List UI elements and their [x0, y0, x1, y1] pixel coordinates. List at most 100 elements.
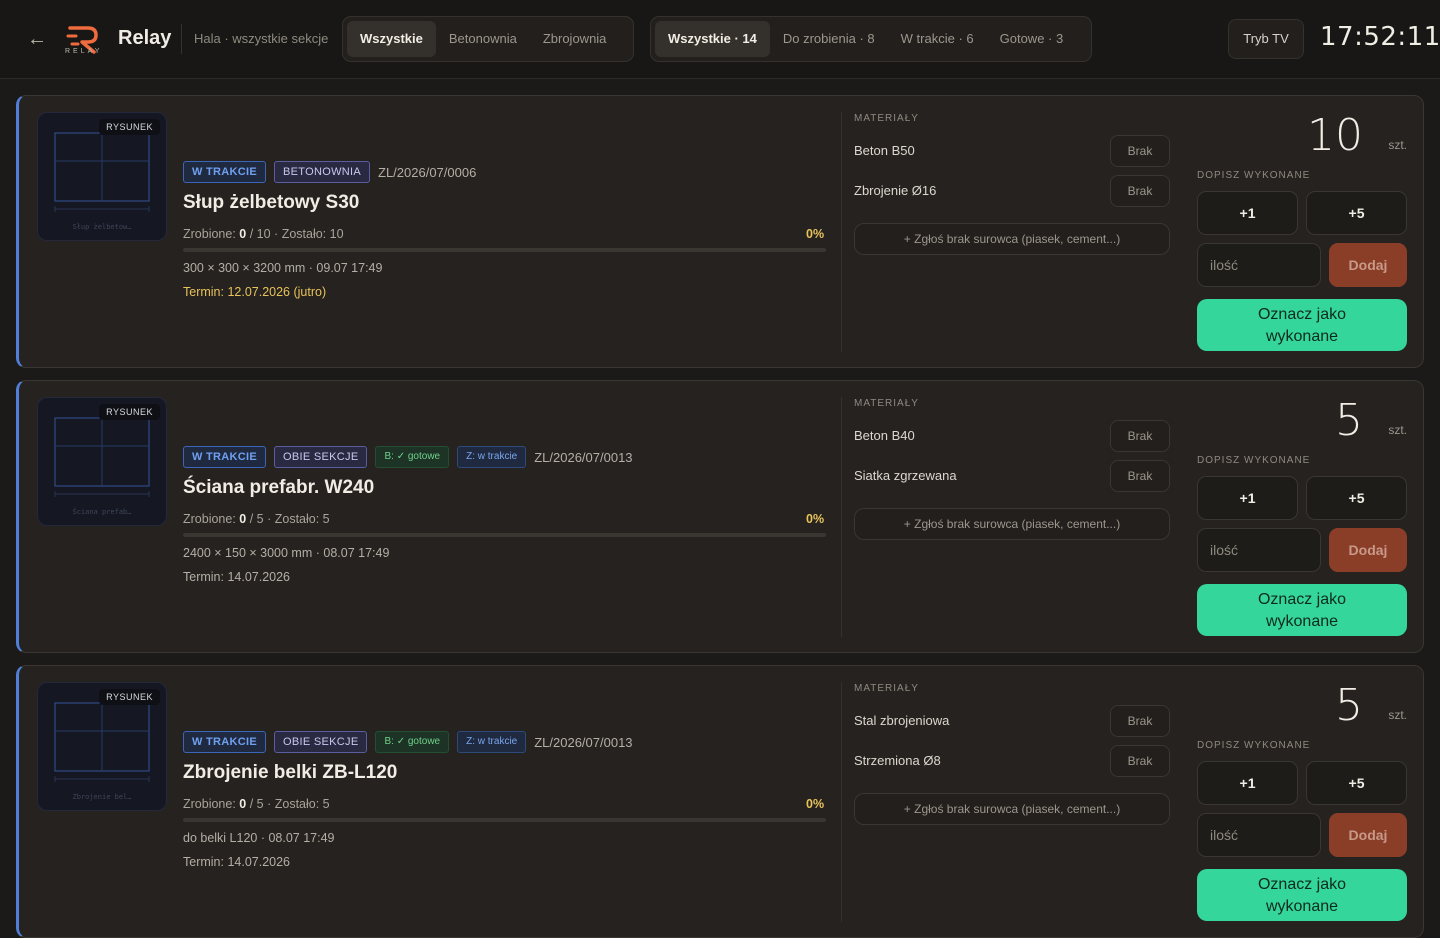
remaining-text: / 10 · Zostało: 10	[249, 227, 344, 241]
order-spec: 2400 × 150 × 3000 mm · 08.07 17:49	[183, 546, 390, 560]
plus-one-button[interactable]: +1	[1197, 476, 1298, 520]
material-name: Beton B40	[854, 428, 915, 443]
drawing-caption: Słup żelbetow…	[72, 223, 132, 231]
section-badge: OBIE SEKCJE	[274, 731, 368, 753]
status-tab-todo[interactable]: Do zrobienia · 8	[770, 21, 888, 57]
order-title: Zbrojenie belki ZB-L120	[183, 762, 398, 783]
section-tab-betonownia[interactable]: Betonownia	[436, 21, 530, 57]
material-row: Beton B40 Brak	[854, 420, 1170, 452]
section-filter: Wszystkie Betonownia Zbrojownia	[342, 16, 634, 62]
order-title: Słup żelbetowy S30	[183, 192, 360, 213]
add-button[interactable]: Dodaj	[1329, 528, 1407, 572]
status-badge: W TRAKCIE	[183, 161, 267, 183]
quantity-input[interactable]	[1197, 528, 1321, 572]
material-missing-button[interactable]: Brak	[1110, 745, 1170, 777]
logo-subtitle: RELAY	[65, 48, 103, 55]
done-count: 0	[239, 512, 247, 526]
mark-done-label-1: Oznacz jako	[1257, 591, 1347, 608]
status-tab-all[interactable]: Wszystkie · 14	[655, 21, 770, 57]
materials-heading: MATERIAŁY	[854, 398, 919, 409]
order-card: RYSUNEK Ściana prefab… W TRAKCIE OBIE SE…	[16, 380, 1424, 653]
done-label: Zrobione:	[183, 227, 236, 241]
done-count: 0	[239, 227, 247, 241]
quantity-total: 5	[1335, 395, 1363, 446]
material-name: Stal zbrojeniowa	[854, 713, 950, 728]
plus-one-button[interactable]: +1	[1197, 761, 1298, 805]
order-card: RYSUNEK Słup żelbetow… W TRAKCIE BETONOW…	[16, 95, 1424, 368]
progress-percent: 0%	[806, 512, 825, 526]
done-label: Zrobione:	[183, 512, 236, 526]
material-name: Zbrojenie Ø16	[854, 183, 937, 198]
mark-done-button[interactable]: Oznacz jako wykonane	[1197, 584, 1407, 636]
material-missing-button[interactable]: Brak	[1110, 135, 1170, 167]
section-badge: BETONOWNIA	[274, 161, 371, 183]
drawing-thumbnail[interactable]: RYSUNEK Zbrojenie bel…	[37, 682, 167, 811]
mark-done-button[interactable]: Oznacz jako wykonane	[1197, 869, 1407, 921]
mark-done-label-1: Oznacz jako	[1257, 306, 1347, 323]
section-tab-zbrojownia[interactable]: Zbrojownia	[530, 21, 620, 57]
materials-heading: MATERIAŁY	[854, 683, 919, 694]
top-bar: ← RELAY Relay Hala · wszystkie sekcje Ws…	[0, 0, 1440, 79]
deadline: Termin: 12.07.2026 (jutro)	[183, 285, 327, 299]
report-shortage-button[interactable]: + Zgłoś brak surowca (piasek, cement...)	[854, 793, 1170, 825]
tv-mode-button[interactable]: Tryb TV	[1228, 19, 1304, 59]
progress-percent: 0%	[806, 227, 825, 241]
column-divider	[841, 112, 842, 352]
done-summary: Zrobione: 0 / 5 · Zostało: 5	[183, 512, 330, 526]
mark-done-label-2: wykonane	[1265, 328, 1339, 345]
progress-bar	[183, 818, 826, 822]
mark-done-button[interactable]: Oznacz jako wykonane	[1197, 299, 1407, 351]
add-button[interactable]: Dodaj	[1329, 813, 1407, 857]
status-tab-done[interactable]: Gotowe · 3	[987, 21, 1077, 57]
progress-percent: 0%	[806, 797, 825, 811]
tag-row: W TRAKCIE OBIE SEKCJE B: ✓ gotowe Z: w t…	[183, 731, 633, 753]
material-row: Strzemiona Ø8 Brak	[854, 745, 1170, 777]
add-button[interactable]: Dodaj	[1329, 243, 1407, 287]
material-row: Zbrojenie Ø16 Brak	[854, 175, 1170, 207]
progress-bar	[183, 248, 826, 252]
header-divider	[181, 24, 182, 54]
material-missing-button[interactable]: Brak	[1110, 460, 1170, 492]
remaining-text: / 5 · Zostało: 5	[249, 512, 330, 526]
quantity-input[interactable]	[1197, 243, 1321, 287]
section-badge: OBIE SEKCJE	[274, 446, 368, 468]
quantity-total: 5	[1335, 680, 1363, 731]
quantity-unit: szt.	[1388, 423, 1407, 437]
drawing-badge: RYSUNEK	[99, 119, 160, 135]
material-missing-button[interactable]: Brak	[1110, 420, 1170, 452]
drawing-badge: RYSUNEK	[99, 689, 160, 705]
rebar-status-badge: Z: w trakcie	[457, 731, 527, 753]
tag-row: W TRAKCIE OBIE SEKCJE B: ✓ gotowe Z: w t…	[183, 446, 633, 468]
plus-five-button[interactable]: +5	[1306, 191, 1407, 235]
quantity-input[interactable]	[1197, 813, 1321, 857]
material-missing-button[interactable]: Brak	[1110, 175, 1170, 207]
material-row: Siatka zgrzewana Brak	[854, 460, 1170, 492]
report-shortage-button[interactable]: + Zgłoś brak surowca (piasek, cement...)	[854, 508, 1170, 540]
tag-row: W TRAKCIE BETONOWNIA ZL/2026/07/0006	[183, 161, 476, 183]
done-summary: Zrobione: 0 / 10 · Zostało: 10	[183, 227, 344, 241]
plus-one-button[interactable]: +1	[1197, 191, 1298, 235]
plus-five-button[interactable]: +5	[1306, 476, 1407, 520]
material-row: Beton B50 Brak	[854, 135, 1170, 167]
status-tab-in-progress[interactable]: W trakcie · 6	[888, 21, 987, 57]
drawing-caption: Zbrojenie bel…	[72, 793, 132, 801]
deadline: Termin: 14.07.2026	[183, 855, 291, 869]
progress-bar	[183, 533, 826, 537]
section-tab-all[interactable]: Wszystkie	[347, 21, 436, 57]
done-count: 0	[239, 797, 247, 811]
materials-heading: MATERIAŁY	[854, 113, 919, 124]
quantity-unit: szt.	[1388, 138, 1407, 152]
material-name: Beton B50	[854, 143, 915, 158]
material-missing-button[interactable]: Brak	[1110, 705, 1170, 737]
done-summary: Zrobione: 0 / 5 · Zostało: 5	[183, 797, 330, 811]
back-arrow-icon[interactable]: ←	[24, 26, 50, 52]
material-row: Stal zbrojeniowa Brak	[854, 705, 1170, 737]
status-filter: Wszystkie · 14 Do zrobienia · 8 W trakci…	[650, 16, 1092, 62]
column-divider	[841, 397, 842, 637]
report-shortage-button[interactable]: + Zgłoś brak surowca (piasek, cement...)	[854, 223, 1170, 255]
drawing-thumbnail[interactable]: RYSUNEK Ściana prefab…	[37, 397, 167, 526]
concrete-status-badge: B: ✓ gotowe	[375, 731, 450, 753]
plus-five-button[interactable]: +5	[1306, 761, 1407, 805]
drawing-thumbnail[interactable]: RYSUNEK Słup żelbetow…	[37, 112, 167, 241]
order-spec: 300 × 300 × 3200 mm · 09.07 17:49	[183, 261, 383, 275]
